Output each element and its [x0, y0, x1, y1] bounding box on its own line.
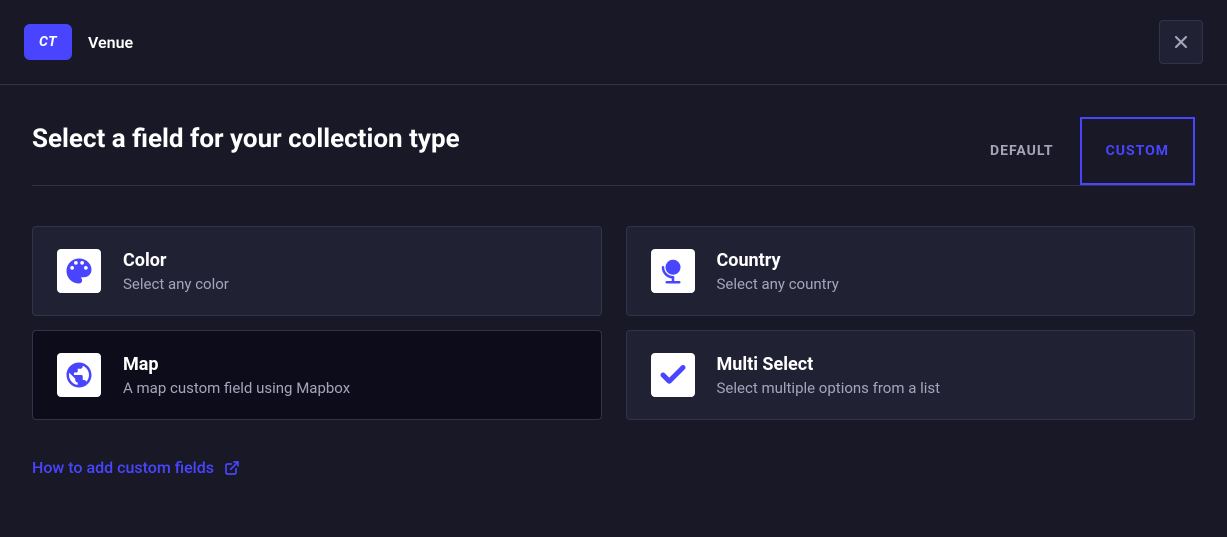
card-description: Select any color	[123, 275, 229, 293]
field-card-multiselect[interactable]: Multi Select Select multiple options fro…	[626, 330, 1196, 420]
modal-header: CT Venue	[0, 0, 1227, 85]
card-text: Country Select any country	[717, 250, 839, 293]
card-title: Multi Select	[717, 354, 941, 375]
field-grid: Color Select any color Country Select an…	[32, 226, 1195, 420]
header-title: Venue	[88, 33, 133, 52]
tabs: DEFAULT CUSTOM	[964, 117, 1195, 185]
help-link-text: How to add custom fields	[32, 458, 214, 477]
palette-icon	[57, 249, 101, 293]
tab-default[interactable]: DEFAULT	[964, 117, 1080, 185]
tab-custom[interactable]: CUSTOM	[1080, 117, 1195, 185]
card-description: Select multiple options from a list	[717, 379, 941, 397]
card-text: Color Select any color	[123, 250, 229, 293]
badge-text: CT	[39, 34, 57, 50]
page-title: Select a field for your collection type	[32, 124, 460, 178]
close-icon	[1171, 32, 1191, 52]
card-description: A map custom field using Mapbox	[123, 379, 350, 397]
close-button[interactable]	[1159, 20, 1203, 64]
card-text: Multi Select Select multiple options fro…	[717, 354, 941, 397]
help-link[interactable]: How to add custom fields	[32, 458, 240, 477]
check-icon	[651, 353, 695, 397]
card-text: Map A map custom field using Mapbox	[123, 354, 350, 397]
external-link-icon	[224, 460, 240, 476]
main-content: Select a field for your collection type …	[0, 85, 1227, 501]
earth-icon	[57, 353, 101, 397]
field-card-map[interactable]: Map A map custom field using Mapbox	[32, 330, 602, 420]
field-card-color[interactable]: Color Select any color	[32, 226, 602, 316]
title-row: Select a field for your collection type …	[32, 117, 1195, 186]
content-type-badge: CT	[24, 24, 72, 60]
globe-stand-icon	[651, 249, 695, 293]
card-title: Country	[717, 250, 839, 271]
header-left: CT Venue	[24, 24, 133, 60]
card-description: Select any country	[717, 275, 839, 293]
field-card-country[interactable]: Country Select any country	[626, 226, 1196, 316]
card-title: Color	[123, 250, 229, 271]
card-title: Map	[123, 354, 350, 375]
